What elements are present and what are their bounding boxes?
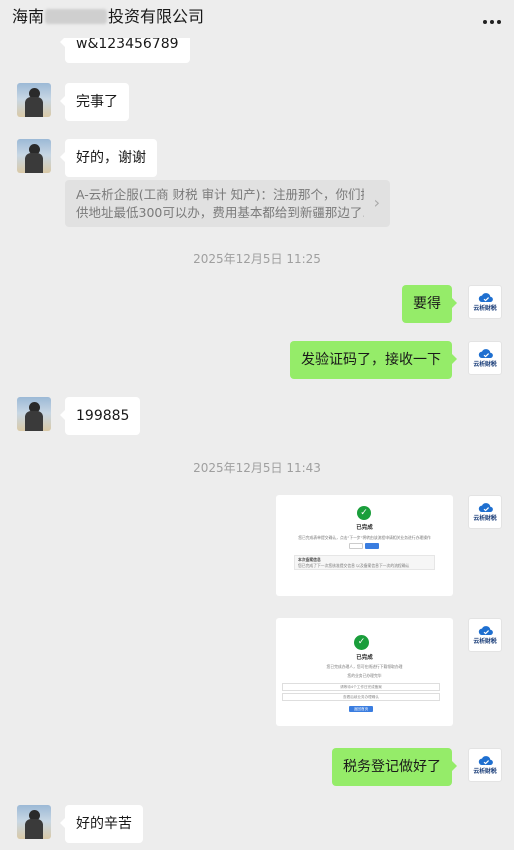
timestamp: 2025年12月5日 11:25 [193, 252, 321, 266]
cloud-icon [478, 503, 493, 512]
info-box: 本次备案信息 您已完成了下一次您核准提交信息 以及备案信息下一次的流程确认 [294, 555, 435, 570]
mini-button: 返回首页 [349, 706, 373, 712]
title-prefix: 海南 [12, 7, 45, 26]
avatar-brand[interactable]: 云析财税 [468, 618, 502, 652]
avatar-brand[interactable]: 云析财税 [468, 285, 502, 319]
check-icon: ✓ [357, 506, 371, 520]
avatar[interactable] [17, 397, 51, 431]
chat-header: 海南 投资有限公司 [0, 0, 514, 38]
cloud-icon [478, 349, 493, 358]
avatar[interactable] [17, 139, 51, 173]
mini-button [349, 543, 363, 549]
message-bubble[interactable]: 好的辛苦 [60, 805, 143, 843]
message-bubble[interactable]: 好的，谢谢 [60, 139, 157, 177]
avatar[interactable] [17, 805, 51, 839]
redacted-text [45, 9, 108, 24]
cloud-icon [478, 293, 493, 302]
message-bubble-outgoing[interactable]: 发验证码了，接收一下 [290, 341, 457, 379]
quote-line: A-云析企服(工商 财税 审计 知产)：注册那个，你们提 [76, 187, 364, 202]
avatar[interactable] [17, 83, 51, 117]
chevron-right-icon: › [373, 193, 380, 212]
cloud-icon [478, 756, 493, 765]
quoted-message[interactable]: A-云析企服(工商 财税 审计 知产)：注册那个，你们提 供地址最低300可以办… [65, 180, 390, 227]
cloud-icon [478, 626, 493, 635]
more-icon[interactable] [482, 12, 502, 32]
quote-line: 供地址最低300可以办，费用基本都给到新疆那边了... [76, 205, 364, 220]
avatar-brand[interactable]: 云析财税 [468, 748, 502, 782]
message-bubble[interactable]: 完事了 [60, 83, 129, 121]
avatar-brand[interactable]: 云析财税 [468, 495, 502, 529]
message-bubble[interactable]: 199885 [59, 397, 141, 435]
message-bubble-outgoing[interactable]: 税务登记做好了 [332, 748, 457, 786]
image-message[interactable]: ✓ 已完成 您已完成办理人，您可在线进行下载领取办理 您的业务已办理完毕 请等待… [276, 618, 453, 726]
avatar-brand[interactable]: 云析财税 [468, 341, 502, 375]
title-suffix: 投资有限公司 [108, 7, 205, 26]
chat-title: 海南 投资有限公司 [12, 7, 204, 27]
mini-button [365, 543, 379, 549]
message-bubble-outgoing[interactable]: 要得 [402, 285, 457, 323]
timestamp: 2025年12月5日 11:43 [193, 461, 321, 475]
check-icon: ✓ [354, 635, 369, 650]
image-message[interactable]: ✓ 已完成 您已完成表单提交确认，点击"下一步"将转由该流程申请相关业务进行办理… [276, 495, 453, 596]
